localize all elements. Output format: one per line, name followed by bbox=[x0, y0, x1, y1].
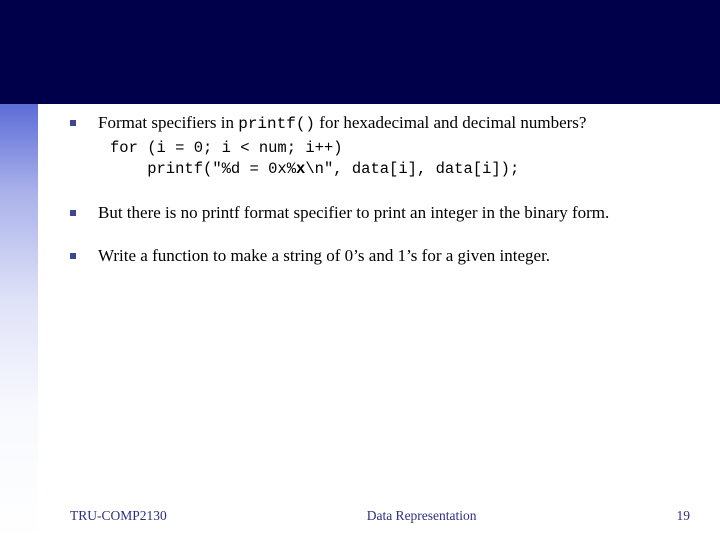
bullet-1-pre: Format specifiers in bbox=[98, 113, 238, 132]
title-bar bbox=[0, 0, 720, 104]
code-line-2a: printf("%d = 0x% bbox=[110, 160, 296, 178]
footer-title: Data Representation bbox=[167, 508, 677, 524]
bullet-2-text: But there is no printf format specifier … bbox=[98, 202, 680, 223]
code-block: for (i = 0; i < num; i++) printf("%d = 0… bbox=[110, 138, 680, 180]
bullet-icon bbox=[70, 120, 76, 126]
code-line-1: for (i = 0; i < num; i++) bbox=[110, 139, 343, 157]
side-gradient bbox=[0, 104, 38, 540]
bullet-1-mono: printf() bbox=[238, 115, 315, 133]
bullet-1-text: Format specifiers in printf() for hexade… bbox=[98, 112, 680, 134]
slide: Format specifiers in printf() for hexade… bbox=[0, 0, 720, 540]
bullet-2: But there is no printf format specifier … bbox=[70, 202, 680, 223]
bullet-icon bbox=[70, 253, 76, 259]
bullet-1: Format specifiers in printf() for hexade… bbox=[70, 112, 680, 134]
footer: TRU-COMP2130 Data Representation 19 bbox=[70, 508, 690, 524]
code-line-2b: x bbox=[296, 160, 305, 178]
footer-page: 19 bbox=[677, 508, 691, 524]
bullet-3: Write a function to make a string of 0’s… bbox=[70, 245, 680, 266]
content-area: Format specifiers in printf() for hexade… bbox=[70, 112, 680, 270]
bullet-1-post: for hexadecimal and decimal numbers? bbox=[315, 113, 586, 132]
bullet-icon bbox=[70, 210, 76, 216]
footer-course: TRU-COMP2130 bbox=[70, 508, 167, 524]
bullet-3-text: Write a function to make a string of 0’s… bbox=[98, 245, 680, 266]
code-line-2c: \n", data[i], data[i]); bbox=[305, 160, 519, 178]
